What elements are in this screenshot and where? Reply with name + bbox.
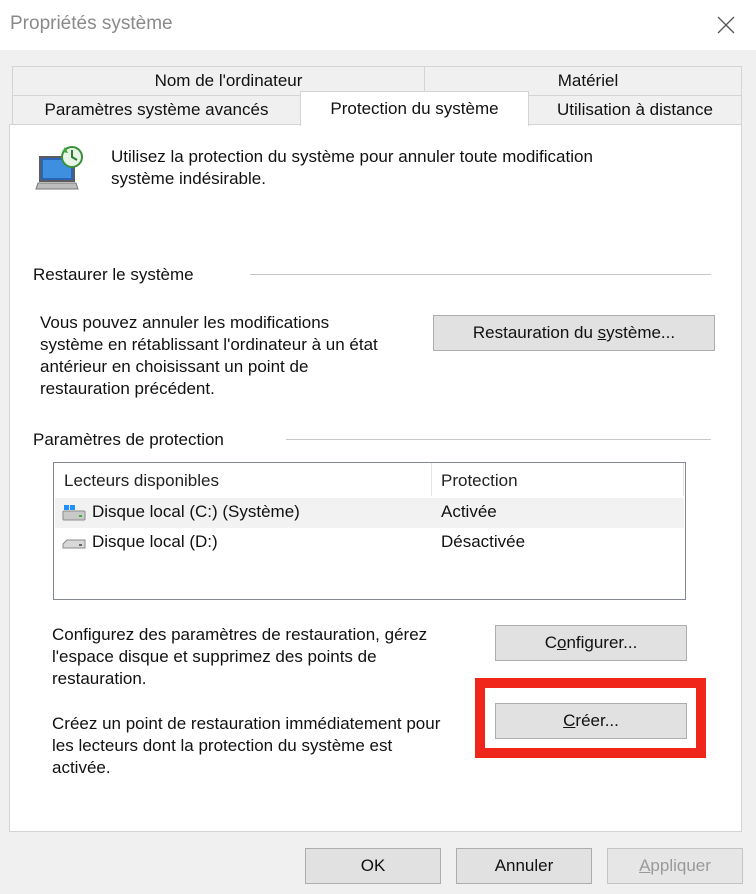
drive-status: Désactivée	[441, 532, 526, 551]
tab-label: Utilisation à distance	[557, 100, 713, 119]
create-button-highlight	[475, 678, 706, 758]
drive-icon	[62, 539, 86, 549]
configure-line: l'espace disque et supprimez des points …	[52, 647, 377, 666]
apply-button[interactable]: Appliquer	[607, 848, 743, 884]
restore-line: restauration précédent.	[40, 379, 215, 398]
protection-group-divider	[286, 439, 711, 440]
configure-line: restauration.	[52, 669, 147, 688]
column-header-drives[interactable]: Lecteurs disponibles	[64, 471, 219, 491]
button-label-part: nfigurer...	[566, 633, 638, 652]
configure-button[interactable]: Co nfigurer...	[495, 625, 687, 661]
tab-protection-systeme[interactable]: Protection du système	[300, 91, 529, 126]
column-header-protection[interactable]: Protection	[441, 471, 518, 491]
button-label: Annuler	[494, 856, 554, 875]
list-item[interactable]: Disque local (D:) Désactivée	[55, 528, 684, 558]
restore-group-divider	[250, 274, 711, 275]
tab-parametres-avances[interactable]: Paramètres système avancés	[12, 95, 301, 125]
configure-line: Configurez des paramètres de restauratio…	[52, 625, 428, 644]
column-divider	[431, 463, 432, 496]
window-title: Propriétés système	[10, 13, 173, 34]
system-protection-icon	[34, 143, 86, 195]
tab-label: Nom de l'ordinateur	[154, 71, 303, 90]
configure-description: Configurez des paramètres de restauratio…	[52, 624, 482, 690]
tab-utilisation-distance[interactable]: Utilisation à distance	[528, 95, 742, 125]
close-icon	[717, 16, 735, 34]
create-line: les lecteurs dont la protection du systè…	[52, 736, 393, 755]
intro-line: système indésirable.	[111, 169, 266, 188]
create-description: Créez un point de restauration immédiate…	[52, 713, 482, 779]
tab-label: Paramètres système avancés	[44, 100, 269, 119]
restore-group-label: Restaurer le système	[33, 265, 194, 284]
restore-line: antérieur en choisissant un point de	[40, 357, 309, 376]
tab-label: Matériel	[557, 71, 619, 90]
intro-line: Utilisez la protection du système pour a…	[111, 147, 593, 166]
cancel-button[interactable]: Annuler	[456, 848, 592, 884]
system-drive-icon	[62, 505, 86, 521]
ok-button[interactable]: OK	[305, 848, 441, 884]
list-item[interactable]: Disque local (C:) (Système) Activée	[55, 498, 684, 528]
button-label-part: ppliquer	[650, 856, 711, 875]
drive-name: Disque local (C:) (Système)	[92, 502, 300, 521]
button-label-accel: s	[597, 323, 607, 342]
create-line: Créez un point de restauration immédiate…	[52, 714, 441, 733]
button-label-accel: o	[556, 633, 567, 652]
drive-status: Activée	[441, 502, 497, 521]
protection-group-label: Paramètres de protection	[33, 430, 224, 449]
system-restore-button[interactable]: Restauration du s ystème...	[433, 315, 715, 351]
button-label-part: C	[544, 633, 557, 652]
create-line: activée.	[52, 758, 111, 777]
button-label: OK	[360, 856, 386, 875]
drive-name: Disque local (D:)	[92, 532, 218, 551]
button-label-part: ystème...	[606, 323, 676, 342]
close-button[interactable]	[706, 6, 746, 44]
restore-line: Vous pouvez annuler les modifications	[40, 313, 330, 332]
button-label-part: Restauration du	[472, 323, 598, 342]
tab-label: Protection du système	[330, 99, 499, 118]
button-label-accel: A	[639, 856, 651, 875]
column-divider	[683, 463, 684, 496]
restore-description: Vous pouvez annuler les modifications sy…	[40, 312, 430, 400]
intro-text: Utilisez la protection du système pour a…	[111, 146, 711, 190]
drives-list[interactable]: Lecteurs disponibles Protection Disque l…	[53, 462, 686, 600]
restore-line: système en rétablissant l'ordinateur à u…	[40, 335, 378, 354]
